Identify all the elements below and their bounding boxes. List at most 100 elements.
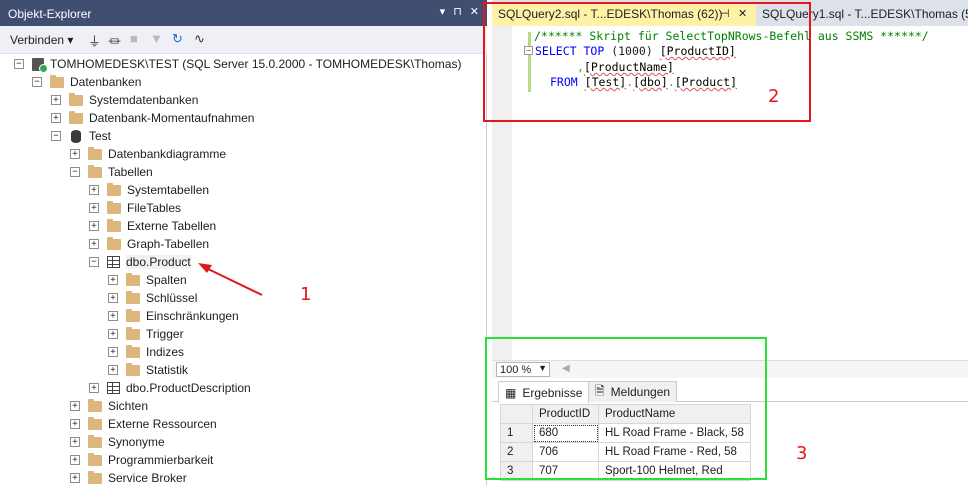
expand-icon[interactable]: + — [89, 239, 99, 249]
expand-icon[interactable]: + — [70, 473, 80, 483]
object-explorer-toolbar: Verbinden ▾ ⏚ ⏛ ■ ▼ ↻ ∿ — [0, 26, 487, 54]
annotation-number: 1 — [300, 284, 312, 305]
folder-icon — [126, 362, 140, 376]
expand-icon[interactable]: + — [70, 455, 80, 465]
tree-node-graph-tabellen[interactable]: + Graph-Tabellen — [89, 235, 209, 253]
tree-node-label: Indizes — [146, 345, 185, 359]
tree-node-label: Sichten — [108, 399, 149, 413]
collapse-icon[interactable]: − — [89, 257, 99, 267]
annotation-number: 3 — [796, 443, 808, 464]
object-explorer-panel: Objekt-Explorer ▾ ⊓ ✕ Verbinden ▾ ⏚ ⏛ ■ … — [0, 0, 487, 486]
expand-icon[interactable]: + — [51, 95, 61, 105]
disconnect-plug-icon[interactable]: ⏛ — [108, 31, 121, 50]
tree-node-filetables[interactable]: + FileTables — [89, 199, 181, 217]
expand-icon[interactable]: + — [108, 311, 118, 321]
tree-node-label: FileTables — [127, 201, 182, 215]
expand-icon[interactable]: + — [108, 293, 118, 303]
refresh-icon[interactable]: ↻ — [172, 31, 183, 47]
folder-icon — [88, 164, 102, 178]
tree-node-server[interactable]: − TOMHOMEDESK\TEST (SQL Server 15.0.2000… — [14, 55, 461, 73]
table-icon — [107, 256, 120, 268]
tree-node-label: Datenbankdiagramme — [108, 147, 227, 161]
expand-icon[interactable]: + — [89, 185, 99, 195]
tree-node-label: Synonyme — [108, 435, 165, 449]
stop-icon[interactable]: ■ — [130, 31, 138, 46]
expand-icon[interactable]: + — [108, 275, 118, 285]
tree-node-spalten[interactable]: + Spalten — [108, 271, 187, 289]
expand-icon[interactable]: + — [70, 149, 80, 159]
object-explorer-title-bar: Objekt-Explorer ▾ ⊓ ✕ — [0, 0, 487, 26]
tree-node-label: Externe Ressourcen — [108, 417, 217, 431]
object-explorer-title: Objekt-Explorer — [8, 7, 92, 21]
tree-node-label: Spalten — [146, 273, 187, 287]
database-icon — [71, 129, 81, 143]
tree-node-datenbankdiagramme[interactable]: + Datenbankdiagramme — [70, 145, 226, 163]
folder-icon — [88, 146, 102, 160]
tree-node-label: Einschränkungen — [146, 309, 239, 323]
folder-icon — [88, 416, 102, 430]
tree-node-programmierbarkeit[interactable]: + Programmierbarkeit — [70, 451, 213, 469]
tree-node-label: Statistik — [146, 363, 189, 377]
server-icon — [32, 57, 48, 73]
tree-node-label: Programmierbarkeit — [108, 453, 214, 467]
annotation-number: 2 — [768, 86, 780, 107]
expand-icon[interactable]: + — [89, 221, 99, 231]
close-icon[interactable]: ✕ — [470, 5, 479, 18]
tree-node-trigger[interactable]: + Trigger — [108, 325, 184, 343]
collapse-icon[interactable]: − — [70, 167, 80, 177]
tree-node-datenbanken[interactable]: − Datenbanken — [32, 73, 141, 91]
expand-icon[interactable]: + — [70, 437, 80, 447]
window-position-dropdown-icon[interactable]: ▾ — [440, 5, 446, 18]
tree-node-service-broker[interactable]: + Service Broker — [70, 469, 187, 486]
tree-node-externe-ressourcen[interactable]: + Externe Ressourcen — [70, 415, 217, 433]
folder-icon — [126, 326, 140, 340]
expand-icon[interactable]: + — [70, 401, 80, 411]
tree-node-externe-tabellen[interactable]: + Externe Tabellen — [89, 217, 216, 235]
tree-node-label: Tabellen — [108, 165, 153, 179]
tree-node-label: Test — [89, 129, 112, 143]
folder-icon — [88, 470, 102, 484]
collapse-icon[interactable]: − — [32, 77, 42, 87]
expand-icon[interactable]: + — [108, 347, 118, 357]
filter-icon[interactable]: ▼ — [150, 31, 163, 46]
tree-node-synonyme[interactable]: + Synonyme — [70, 433, 165, 451]
tree-node-einschraenkungen[interactable]: + Einschränkungen — [108, 307, 239, 325]
tree-node-tabellen[interactable]: − Tabellen — [70, 163, 153, 181]
expand-icon[interactable]: + — [108, 329, 118, 339]
expand-icon[interactable]: + — [108, 365, 118, 375]
tree-node-systemdatenbanken[interactable]: + Systemdatenbanken — [51, 91, 198, 109]
connect-plug-icon[interactable]: ⏚ — [88, 31, 101, 50]
tree-node-statistik[interactable]: + Statistik — [108, 361, 188, 379]
tree-node-momentaufnahmen[interactable]: + Datenbank-Momentaufnahmen — [51, 109, 254, 127]
tree-node-label: Graph-Tabellen — [127, 237, 210, 251]
object-explorer-tree: − TOMHOMEDESK\TEST (SQL Server 15.0.2000… — [0, 54, 487, 486]
collapse-icon[interactable]: − — [51, 131, 61, 141]
folder-icon — [88, 452, 102, 466]
tree-node-dbo-product[interactable]: − dbo.Product — [89, 253, 191, 271]
activity-monitor-icon[interactable]: ∿ — [194, 31, 205, 47]
tree-node-dbo-productdescription[interactable]: + dbo.ProductDescription — [89, 379, 251, 397]
folder-icon — [88, 398, 102, 412]
expand-icon[interactable]: + — [51, 113, 61, 123]
tree-node-label: Trigger — [146, 327, 184, 341]
tree-node-label: Schlüssel — [146, 291, 198, 305]
folder-icon — [107, 218, 121, 232]
tree-node-label: Service Broker — [108, 471, 187, 485]
collapse-icon[interactable]: − — [14, 59, 24, 69]
connect-button[interactable]: Verbinden ▾ — [10, 33, 73, 47]
tree-node-label: Systemdatenbanken — [89, 93, 199, 107]
tree-node-test-database[interactable]: − Test — [51, 127, 111, 145]
tree-node-systemtabellen[interactable]: + Systemtabellen — [89, 181, 209, 199]
expand-icon[interactable]: + — [70, 419, 80, 429]
pin-icon[interactable]: ⊓ — [453, 5, 462, 18]
table-icon — [107, 382, 120, 394]
tree-node-schluessel[interactable]: + Schlüssel — [108, 289, 197, 307]
tree-node-indizes[interactable]: + Indizes — [108, 343, 184, 361]
expand-icon[interactable]: + — [89, 203, 99, 213]
folder-icon — [69, 92, 83, 106]
tree-node-label: dbo.Product — [126, 255, 191, 269]
tree-node-label: Externe Tabellen — [127, 219, 217, 233]
expand-icon[interactable]: + — [89, 383, 99, 393]
tree-node-sichten[interactable]: + Sichten — [70, 397, 148, 415]
annotation-box-results — [485, 337, 767, 480]
